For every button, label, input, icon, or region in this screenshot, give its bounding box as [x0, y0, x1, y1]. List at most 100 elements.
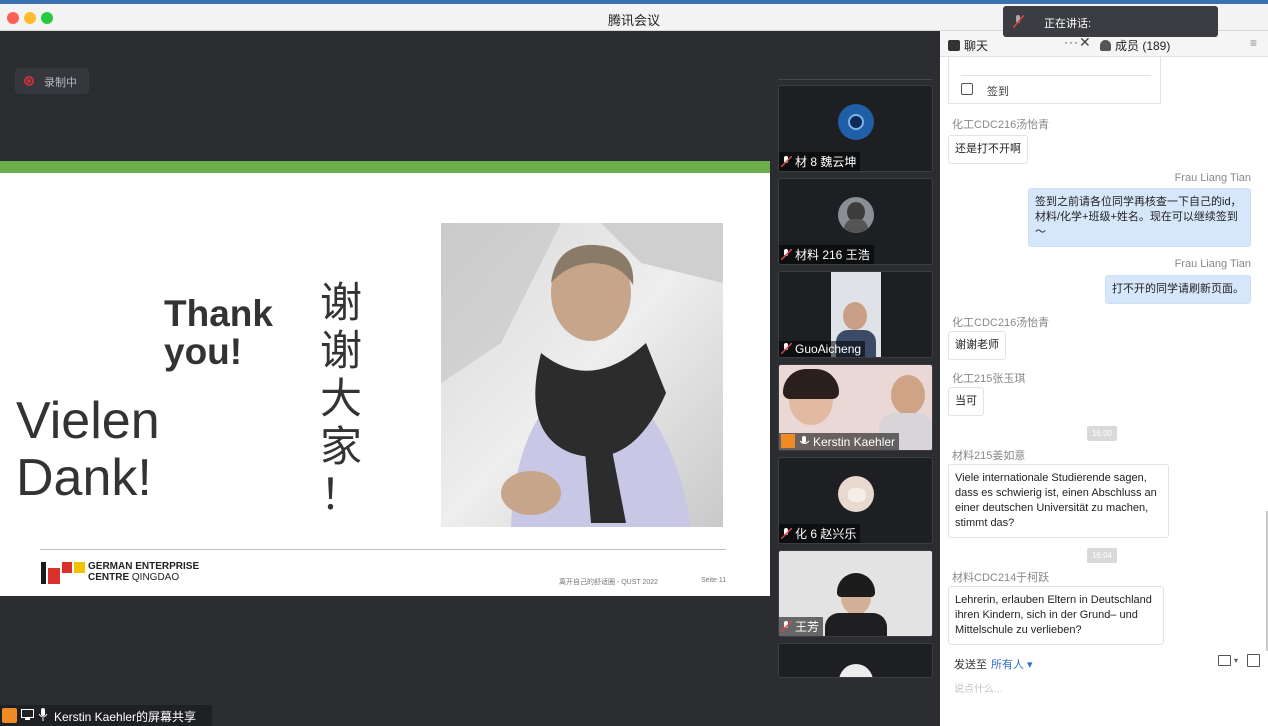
slide-header-band [0, 161, 770, 173]
avatar [839, 664, 873, 677]
message-line: Lehrerin, erlauben Eltern in Deutschland [955, 594, 1152, 606]
you-line: you! [164, 331, 243, 372]
slide-footer-text: 离开自己的舒适圈 - QUST 2022 [559, 579, 659, 586]
chat-message-input[interactable] [954, 680, 1254, 698]
speaking-indicator: 正在讲话: [1003, 6, 1218, 37]
menu-icon[interactable]: ≡ [1250, 36, 1257, 50]
message-line: Viele internationale Studierende sagen, [955, 472, 1147, 484]
slide-thank-you: Thank you! [164, 295, 273, 371]
logo-line-1: GERMAN ENTERPRISE [88, 561, 200, 572]
microphone-icon [799, 436, 810, 444]
message-bubble: Viele internationale Studierende sagen, … [948, 464, 1169, 538]
recording-indicator[interactable]: 录制中 [15, 68, 89, 94]
tab-chat[interactable]: 聊天 [948, 37, 988, 54]
participant-tile[interactable]: 材 8 魏云坤 [778, 85, 933, 172]
mic-muted-icon [781, 249, 792, 260]
signin-label: 签到 [987, 86, 1009, 98]
slide-chinese-thanks: 谢 谢 大 家 ！ [316, 279, 366, 519]
message-sender: 化工215张玉琪 [952, 373, 1026, 385]
tab-members-label: 成员 (189) [1115, 39, 1171, 53]
send-to-selector[interactable]: 发送至 所有人 ▾ [954, 656, 1033, 672]
participant-video-column: 材 8 魏云坤 材料 216 王浩 GuoAicheng Kerstin Kae… [770, 31, 940, 726]
message-line: dass es schwierig ist, einen Abschluss a… [955, 487, 1157, 499]
message-sender: Frau Liang Tian [1174, 258, 1251, 270]
gec-logo-text: GERMAN ENTERPRISE CENTRE QINGDAO [88, 561, 199, 583]
screenshot-icon[interactable] [1247, 654, 1260, 667]
avatar [838, 104, 874, 140]
participant-tile[interactable]: 材料 216 王浩 [778, 178, 933, 265]
screen-share-bar[interactable]: Kerstin Kaehler的屏幕共享 [0, 705, 212, 726]
face-shape [891, 375, 925, 415]
more-options-button[interactable]: ··· [1064, 35, 1079, 49]
participant-name-text: Kerstin Kaehler [813, 435, 896, 449]
timestamp: 16:00 [1087, 426, 1117, 441]
meeting-window: 腾讯会议 录制中 Thank you! Vielen Dank! 谢 谢 大 家… [0, 0, 1268, 726]
user-icon [2, 708, 17, 723]
send-to-label: 发送至 [954, 659, 987, 671]
participant-name: 材 8 魏云坤 [779, 152, 861, 171]
message-line: 材料/化学+班级+姓名。现在可以继续签到～ [1035, 211, 1238, 238]
chevron-down-icon[interactable]: ▾ [1234, 656, 1238, 665]
screen-share-icon [21, 709, 34, 720]
message-line: 签到之前请各位同学再核查一下自己的id， [1035, 196, 1242, 208]
mic-muted-icon [1013, 15, 1024, 28]
message-line: einer deutschen Universität zu machen, [955, 502, 1149, 514]
cn-char: 谢 [319, 279, 362, 326]
tab-members[interactable]: 成员 (189) [1100, 37, 1170, 54]
dank-line: Dank! [16, 449, 152, 507]
screen-share-label: Kerstin Kaehler的屏幕共享 [54, 710, 197, 724]
host-icon [781, 434, 795, 448]
vielen-line: Vielen [16, 392, 160, 450]
mic-muted-icon [781, 343, 792, 354]
message-sender: 化工CDC216汤怡青 [952, 317, 1050, 329]
send-to-target[interactable]: 所有人 ▾ [991, 659, 1033, 671]
message-bubble: 谢谢老师 [948, 331, 1006, 360]
participant-tile-active[interactable]: Kerstin Kaehler [778, 364, 933, 451]
participant-tile[interactable]: 化 6 赵兴乐 [778, 457, 933, 544]
slide-footer-rule [40, 549, 726, 550]
cn-char: 大 [319, 375, 362, 422]
folder-icon[interactable] [1218, 655, 1231, 666]
message-sender: 材料CDC214于柯跃 [952, 572, 1050, 584]
participant-tile[interactable]: GuoAicheng [778, 271, 933, 358]
avatar [838, 197, 874, 233]
participant-tile-partial[interactable] [778, 643, 933, 678]
calendar-check-icon [961, 83, 973, 95]
hair-shape [837, 573, 875, 597]
message-bubble: 打不开的同学请刷新页面。 [1105, 275, 1251, 304]
cn-char: ！ [319, 471, 362, 518]
card-divider [961, 75, 1151, 76]
cn-char: 家 [319, 423, 362, 470]
shoulders-shape [825, 613, 887, 636]
thank-line: Thank [164, 293, 273, 334]
participant-tile[interactable]: 王芳 [778, 550, 933, 637]
mic-muted-icon [781, 156, 792, 167]
slide-page-number: Seite 11 [701, 577, 727, 584]
record-icon [24, 76, 34, 86]
message-bubble: 还是打不开啊 [948, 135, 1028, 164]
message-sender: 材料215姜如意 [952, 450, 1026, 462]
avatar [838, 476, 874, 512]
mic-muted-icon [781, 528, 792, 539]
microphone-icon [38, 708, 48, 721]
chat-panel: 聊天 ··· ✕ 成员 (189) ≡ 签到 化工CDC216汤怡青 还是打不开… [940, 31, 1268, 726]
participant-name: 王芳 [779, 617, 824, 636]
slide-vielen-dank: Vielen Dank! [16, 393, 160, 507]
message-sender: Frau Liang Tian [1174, 172, 1251, 184]
shared-screen-area: 录制中 Thank you! Vielen Dank! 谢 谢 大 家 ！ GE… [0, 31, 770, 726]
participant-name-text: 王芳 [795, 620, 820, 634]
recording-label: 录制中 [44, 77, 77, 89]
message-bubble: 签到之前请各位同学再核查一下自己的id， 材料/化学+班级+姓名。现在可以继续签… [1028, 188, 1251, 247]
message-line: ihren Kindern, sich in der Grund– und [955, 609, 1138, 621]
participant-name-text: 化 6 赵兴乐 [795, 527, 857, 541]
signin-card[interactable]: 签到 [948, 57, 1161, 104]
message-sender: 化工CDC216汤怡青 [952, 119, 1050, 131]
speaking-label: 正在讲话: [1044, 18, 1092, 30]
chat-icon [948, 40, 960, 51]
tab-chat-label: 聊天 [964, 39, 989, 53]
message-line: stimmt das? [955, 517, 1015, 529]
participant-name-text: 材料 216 王浩 [795, 248, 870, 262]
presentation-slide: Thank you! Vielen Dank! 谢 谢 大 家 ！ GERMAN… [0, 161, 770, 596]
participant-name: 化 6 赵兴乐 [779, 524, 861, 543]
participant-name: Kerstin Kaehler [779, 433, 900, 450]
